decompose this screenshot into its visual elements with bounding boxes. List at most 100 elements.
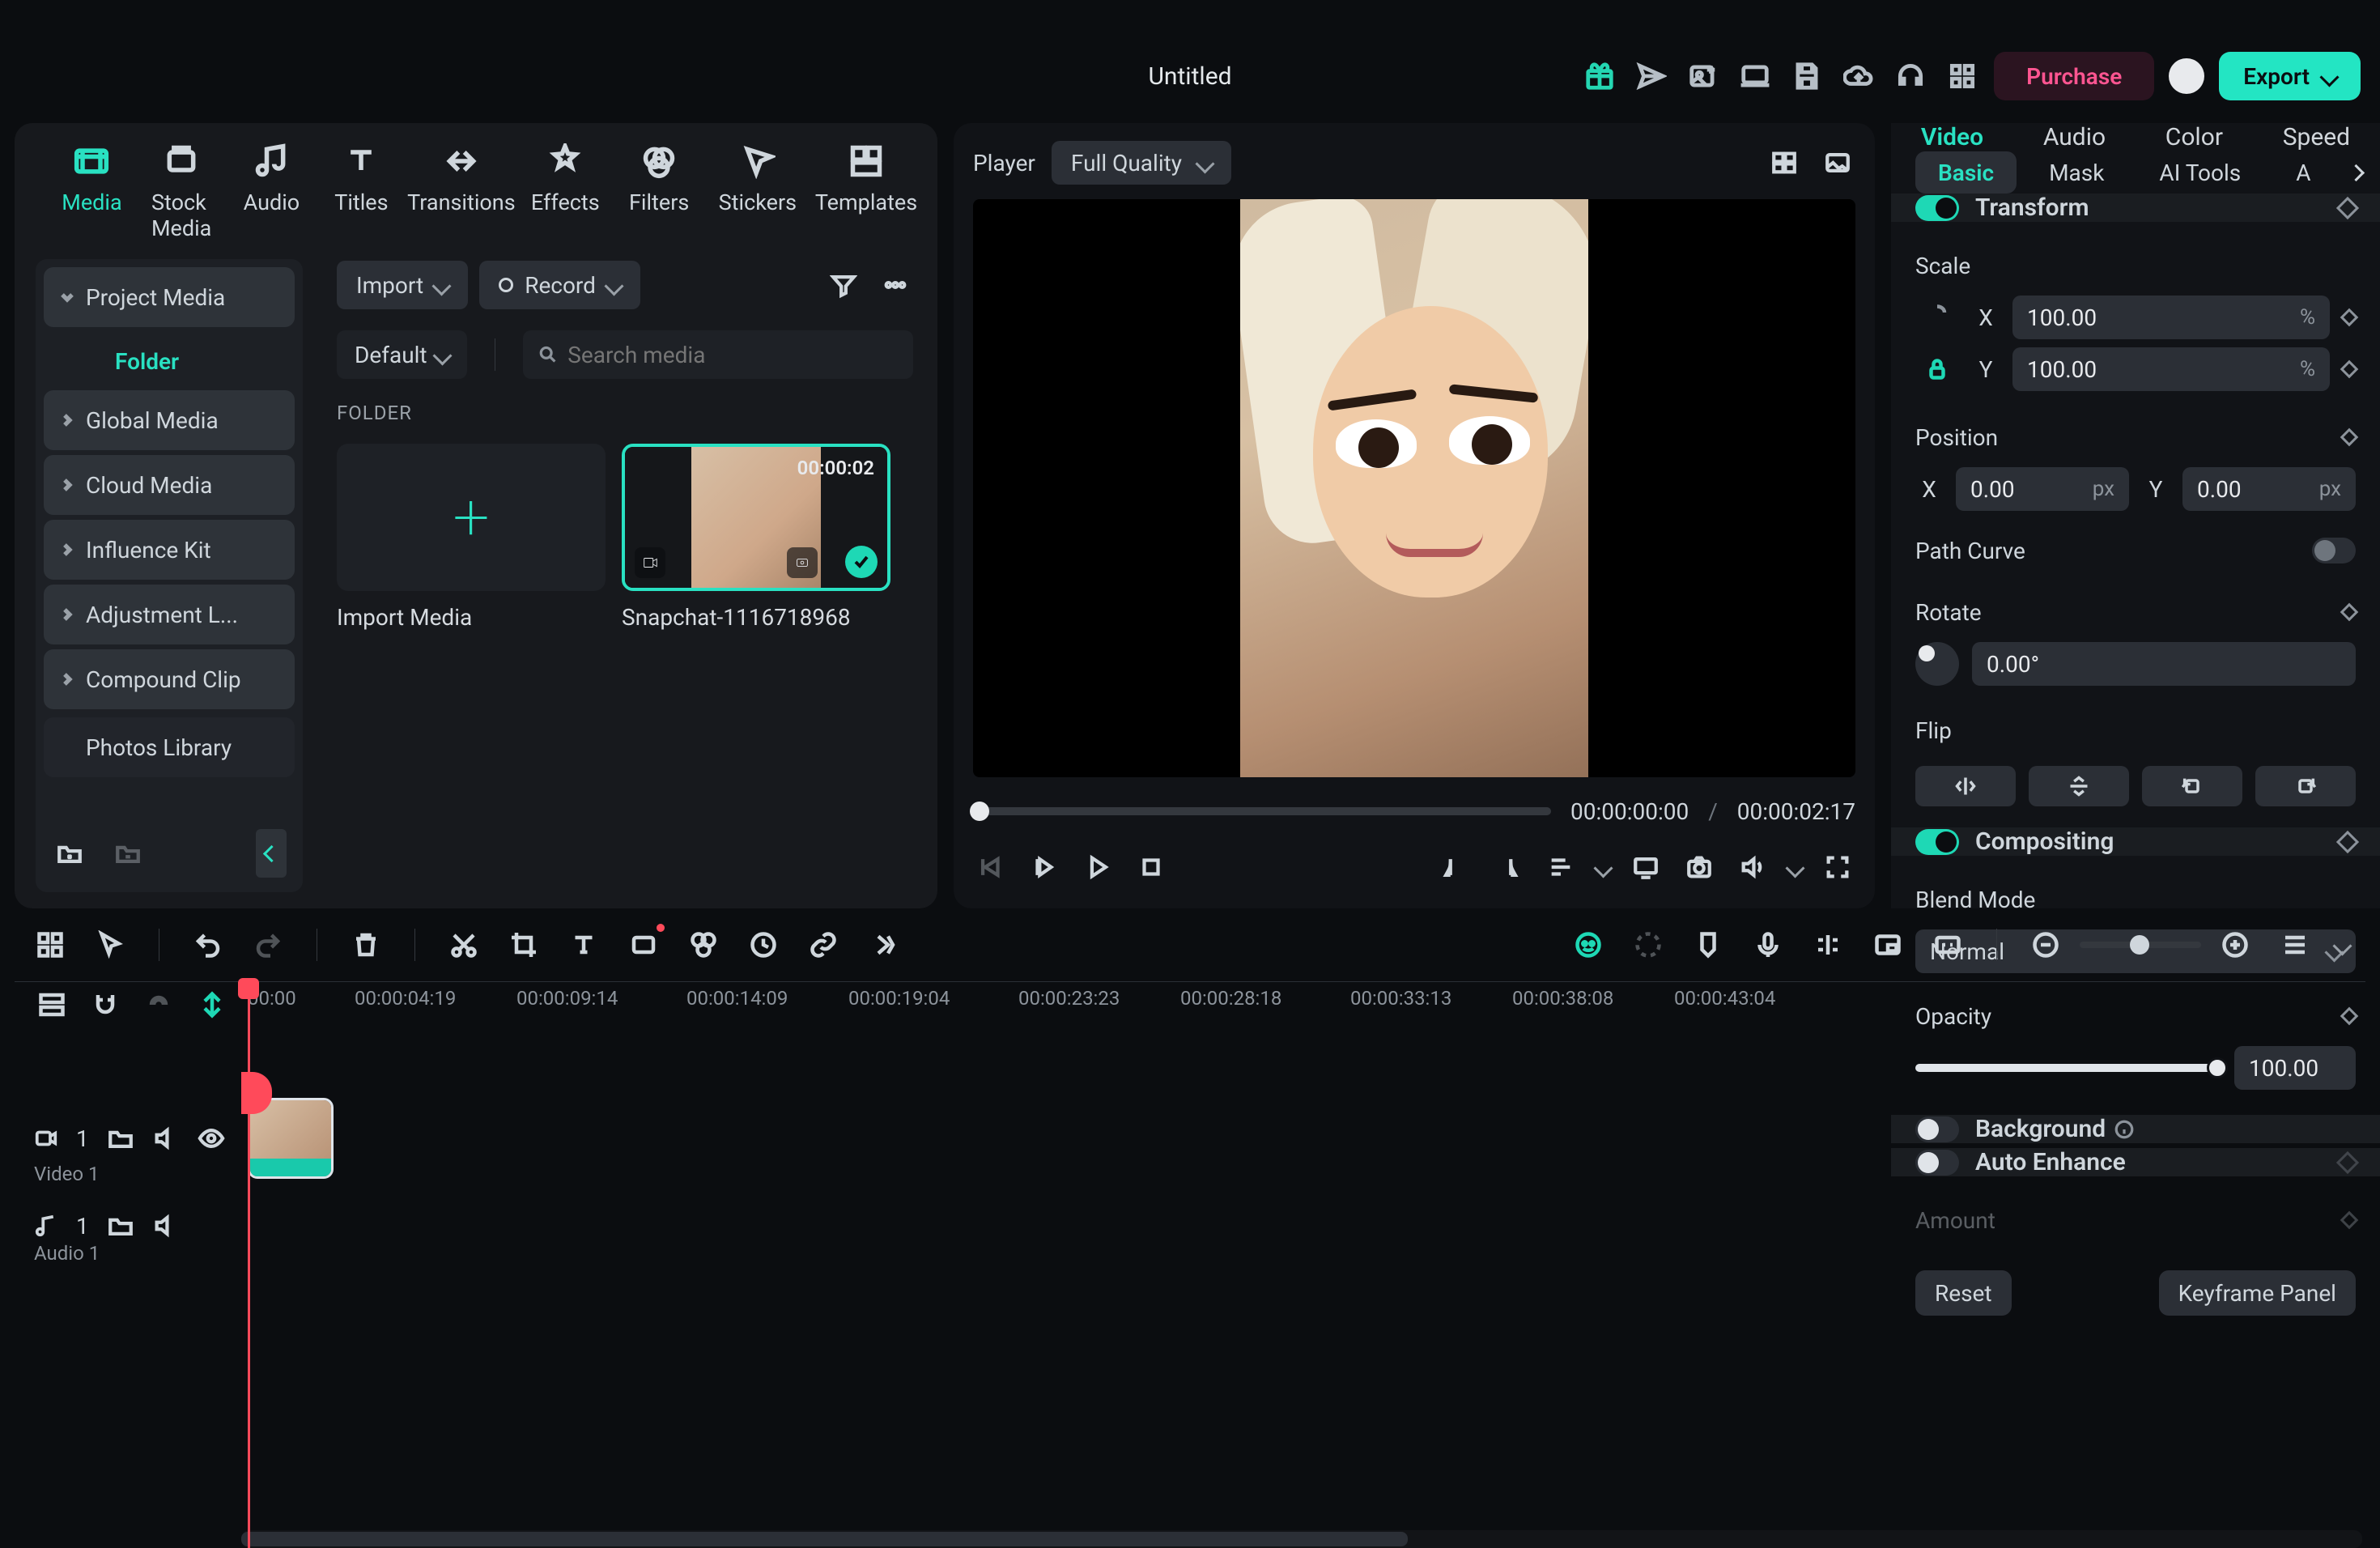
delete-icon[interactable] <box>346 925 385 964</box>
audio-lane[interactable] <box>241 1185 2365 1266</box>
media-clip-tile[interactable]: 00:00:02 <box>622 444 890 591</box>
zoom-handle[interactable] <box>2130 935 2149 955</box>
pip-icon[interactable] <box>1868 925 1907 964</box>
subtab-basic[interactable]: Basic <box>1915 151 2017 194</box>
sidebar-item-adjustment[interactable]: Adjustment L... <box>44 585 295 644</box>
image-icon[interactable] <box>1820 145 1855 181</box>
send-icon[interactable] <box>1634 59 1668 93</box>
tab-transitions[interactable]: Transitions <box>421 142 502 241</box>
fullscreen-icon[interactable] <box>1820 849 1855 885</box>
visibility-icon[interactable] <box>198 1125 225 1152</box>
align-icon[interactable] <box>1543 849 1579 885</box>
flip-horizontal-button[interactable] <box>1915 766 2016 806</box>
tab-templates[interactable]: Templates <box>826 142 907 241</box>
scrollbar-thumb[interactable] <box>241 1532 1408 1546</box>
mark-out-icon[interactable] <box>1490 849 1525 885</box>
compositing-toggle[interactable] <box>1915 829 1959 855</box>
caption-icon[interactable] <box>1928 925 1967 964</box>
scale-y-input[interactable]: % <box>2012 347 2330 391</box>
display-icon[interactable] <box>1628 849 1664 885</box>
magnetic-icon[interactable] <box>86 985 125 1024</box>
rotate-cw-button[interactable] <box>2255 766 2356 806</box>
pointer-icon[interactable] <box>91 925 130 964</box>
speed-icon[interactable] <box>744 925 783 964</box>
mark-in-icon[interactable] <box>1436 849 1472 885</box>
horizontal-scrollbar[interactable] <box>241 1530 2362 1548</box>
folder-icon[interactable] <box>107 1125 134 1152</box>
zoom-out-icon[interactable] <box>2026 925 2065 964</box>
tab-effects[interactable]: Effects <box>531 142 600 241</box>
pos-x-input[interactable]: px <box>1956 467 2129 511</box>
chevron-down-icon[interactable] <box>1596 854 1610 881</box>
cut-icon[interactable] <box>444 925 483 964</box>
purchase-button[interactable]: Purchase <box>1994 52 2154 100</box>
marker-icon[interactable] <box>1689 925 1728 964</box>
keyframe-diamond-icon[interactable] <box>2340 360 2359 379</box>
more-icon[interactable] <box>878 267 913 303</box>
flip-vertical-button[interactable] <box>2029 766 2129 806</box>
rotate-input[interactable] <box>1972 642 2356 686</box>
keyframe-diamond-icon[interactable] <box>2336 196 2359 219</box>
snap-icon[interactable] <box>193 985 232 1024</box>
chevron-down-icon[interactable] <box>2335 932 2349 959</box>
inspector-tab-audio[interactable]: Audio <box>2029 123 2120 151</box>
tab-titles[interactable]: Titles <box>331 142 392 241</box>
chevron-down-icon[interactable] <box>1788 854 1802 881</box>
sort-dropdown[interactable]: Default <box>337 330 467 379</box>
step-back-icon[interactable] <box>1026 849 1062 885</box>
sidebar-item-cloud-media[interactable]: Cloud Media <box>44 455 295 515</box>
mute-icon[interactable] <box>152 1212 180 1240</box>
new-folder-icon[interactable] <box>52 836 87 871</box>
volume-icon[interactable] <box>1735 849 1770 885</box>
sidebar-item-folder[interactable]: Folder <box>44 332 295 390</box>
rotate-ccw-button[interactable] <box>2142 766 2242 806</box>
clip-preview-icon[interactable] <box>787 547 818 578</box>
avatar[interactable] <box>2169 58 2204 94</box>
search-input[interactable] <box>567 342 899 368</box>
layout-grid-icon[interactable] <box>1766 145 1802 181</box>
zoom-slider[interactable] <box>2080 942 2201 948</box>
cloud-upload-icon[interactable] <box>1842 59 1876 93</box>
image-add-icon[interactable] <box>1686 59 1720 93</box>
tab-filters[interactable]: Filters <box>629 142 690 241</box>
tab-media[interactable]: Media <box>62 142 122 241</box>
section-compositing[interactable]: Compositing <box>1891 827 2380 856</box>
device-icon[interactable] <box>1738 59 1772 93</box>
grid-icon[interactable] <box>1945 59 1979 93</box>
pos-y-input[interactable]: px <box>2182 467 2356 511</box>
gift-icon[interactable] <box>1583 59 1617 93</box>
record-button[interactable]: Record <box>479 261 640 309</box>
tab-stickers[interactable]: Stickers <box>719 142 797 241</box>
sidebar-item-photos-library[interactable]: Photos Library <box>44 717 295 777</box>
text-icon[interactable] <box>564 925 603 964</box>
subtab-next-icon[interactable] <box>2340 156 2372 189</box>
tab-audio[interactable]: Audio <box>241 142 302 241</box>
sidebar-item-global-media[interactable]: Global Media <box>44 390 295 450</box>
import-button[interactable]: Import <box>337 261 468 309</box>
sidebar-item-influence-kit[interactable]: Influence Kit <box>44 520 295 580</box>
snapshot-icon[interactable] <box>1681 849 1717 885</box>
transform-toggle[interactable] <box>1915 195 1959 221</box>
rotate-dial[interactable] <box>1915 642 1959 686</box>
keyframe-diamond-icon[interactable] <box>2340 308 2359 327</box>
link-track-icon[interactable] <box>139 985 178 1024</box>
tab-stock-media[interactable]: Stock Media <box>151 142 212 241</box>
folder-remove-icon[interactable] <box>110 836 146 871</box>
timeline-view-icon[interactable] <box>32 985 71 1024</box>
stop-icon[interactable] <box>1133 849 1169 885</box>
lock-link-icon[interactable] <box>1923 355 1952 384</box>
mic-icon[interactable] <box>1749 925 1787 964</box>
keyframe-diamond-icon[interactable] <box>2336 830 2359 853</box>
timeline-ruler[interactable]: 00:00 00:00:04:19 00:00:09:14 00:00:14:0… <box>241 981 2365 1027</box>
inspector-tab-speed[interactable]: Speed <box>2268 123 2365 151</box>
filter-icon[interactable] <box>826 267 861 303</box>
sidebar-item-project-media[interactable]: Project Media <box>44 267 295 327</box>
section-transform[interactable]: Transform <box>1891 194 2380 222</box>
scrub-handle[interactable] <box>970 802 989 821</box>
keyframe-diamond-icon[interactable] <box>2340 603 2359 622</box>
quality-dropdown[interactable]: Full Quality <box>1052 141 1231 185</box>
crop-icon[interactable] <box>504 925 543 964</box>
inspector-tab-color[interactable]: Color <box>2151 123 2238 151</box>
video-lane[interactable] <box>241 1091 2365 1185</box>
inspector-tab-video[interactable]: Video <box>1906 123 1998 151</box>
